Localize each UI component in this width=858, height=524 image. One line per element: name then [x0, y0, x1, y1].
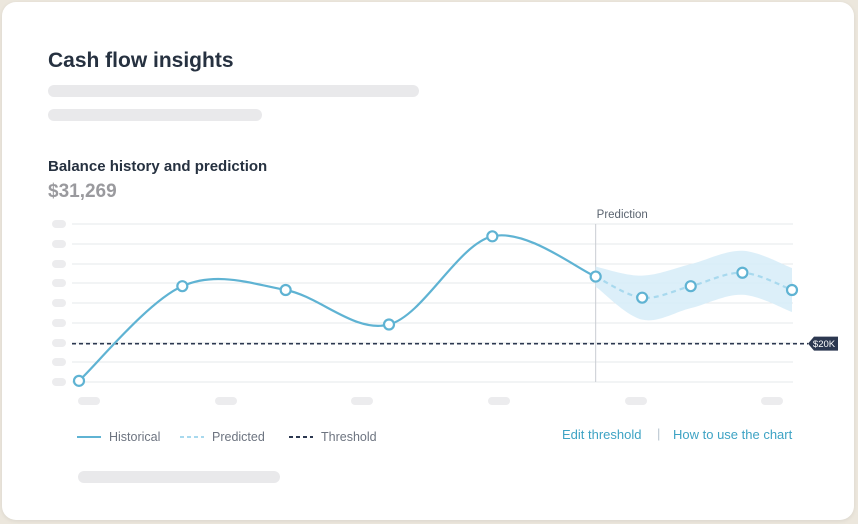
dashed-line-icon — [180, 436, 204, 438]
predicted-point — [736, 266, 749, 279]
y-tick-placeholder — [52, 240, 66, 248]
edit-threshold-link[interactable]: Edit threshold — [562, 427, 642, 442]
predicted-point — [636, 291, 649, 304]
prediction-label: Prediction — [597, 209, 648, 221]
y-tick-placeholder — [52, 339, 66, 347]
historical-point — [589, 270, 602, 283]
x-tick-placeholder — [351, 397, 373, 405]
predicted-point — [684, 280, 697, 293]
y-tick-placeholder — [52, 378, 66, 386]
legend-predicted: Predicted — [180, 430, 265, 444]
historical-point — [486, 230, 499, 243]
threshold-value-label: $20K — [813, 339, 836, 350]
placeholder-line — [78, 471, 280, 483]
legend-threshold: Threshold — [289, 430, 377, 444]
legend-predicted-label: Predicted — [212, 430, 265, 444]
legend-historical-label: Historical — [109, 430, 161, 444]
historical-point — [72, 374, 86, 387]
historical-point — [382, 318, 396, 331]
link-separator: | — [657, 426, 661, 441]
historical-point — [176, 280, 189, 293]
dashed-line-icon — [289, 436, 313, 438]
balance-chart: Prediction $20K — [52, 209, 838, 405]
y-tick-placeholder — [52, 319, 66, 327]
historical-point — [279, 283, 292, 297]
y-tick-placeholder — [52, 299, 66, 307]
how-to-use-chart-link[interactable]: How to use the chart — [673, 427, 792, 442]
x-tick-placeholder — [78, 397, 100, 405]
y-tick-placeholder — [52, 220, 66, 228]
legend-threshold-label: Threshold — [321, 430, 377, 444]
x-tick-placeholder — [488, 397, 510, 405]
x-tick-placeholder — [215, 397, 237, 405]
x-tick-placeholder — [625, 397, 647, 405]
y-tick-placeholder — [52, 260, 66, 268]
predicted-point — [785, 283, 799, 297]
y-tick-placeholder — [52, 358, 66, 366]
x-tick-placeholder — [761, 397, 783, 405]
legend-historical: Historical — [77, 430, 160, 444]
solid-line-icon — [77, 436, 101, 438]
cash-flow-card: Cash flow insights Balance history and p… — [2, 2, 854, 520]
historical-line — [78, 234, 597, 382]
y-tick-placeholder — [52, 279, 66, 287]
